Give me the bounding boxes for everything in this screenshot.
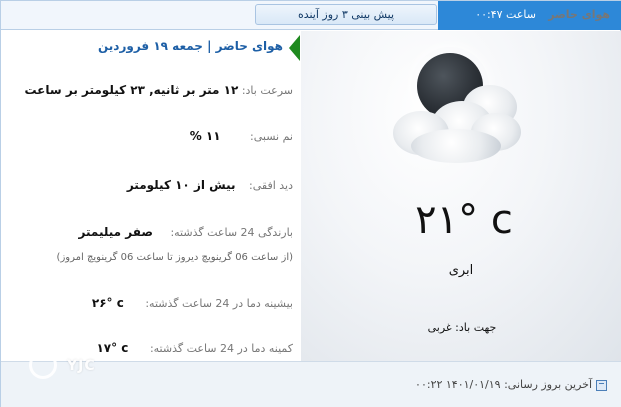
current-time: ساعت ۰۰:۴۷ <box>475 8 536 21</box>
details-headline: هوای حاضر | جمعه ۱۹ فروردین <box>97 39 283 53</box>
tab-current-weather-label: هوای حاضر <box>548 8 610 21</box>
detail-row-min-temp: کمینه دما در 24 ساعت گذشته: ۱۷° c <box>96 341 293 355</box>
detail-value: صفر میلیمتر <box>78 225 153 239</box>
detail-value: ۱۱ % <box>189 129 221 143</box>
current-temperature: ۲۱° c <box>415 197 515 243</box>
detail-value: ۱۲ متر بر ثانیه, ۲۳ کیلومتر بر ساعت <box>24 83 239 97</box>
detail-label: بیشینه دما در 24 ساعت گذشته: <box>145 297 293 310</box>
weather-widget: هوای حاضر ساعت ۰۰:۴۷ پیش بینی ۳ روز آیند… <box>0 0 621 407</box>
last-update: آخرین بروز رسانی: ۱۴۰۱/۰۱/۱۹ ۰۰:۲۲ <box>415 378 607 391</box>
detail-row-rainfall: بارندگی 24 ساعت گذشته: صفر میلیمتر <box>79 225 293 239</box>
details-panel <box>1 31 301 361</box>
wind-direction: جهت باد: غربی <box>427 321 497 334</box>
detail-label: دید افقی: <box>249 179 293 192</box>
detail-row-visibility: دید افقی: بیش از ۱۰ کیلومتر <box>127 178 293 192</box>
detail-row-humidity: نم نسبی: ۱۱ % <box>190 129 293 143</box>
rainfall-note: (از ساعت 06 گرینویچ دیروز تا ساعت 06 گری… <box>56 252 293 263</box>
tab-current-weather[interactable]: هوای حاضر ساعت ۰۰:۴۷ <box>438 1 621 30</box>
cloud-icon <box>411 129 501 163</box>
detail-row-wind-speed: سرعت باد: ۱۲ متر بر ثانیه, ۲۳ کیلومتر بر… <box>24 83 293 97</box>
detail-label: سرعت باد: <box>241 84 293 97</box>
headline-arrow-icon <box>289 35 300 61</box>
detail-row-max-temp: بیشینه دما در 24 ساعت گذشته: ۲۶° c <box>92 296 293 310</box>
calendar-icon <box>596 379 607 391</box>
tab-forecast-3-days[interactable]: پیش بینی ۳ روز آینده <box>255 4 437 25</box>
yjc-watermark-logo: YJC <box>27 349 107 383</box>
top-bar: هوای حاضر ساعت ۰۰:۴۷ پیش بینی ۳ روز آیند… <box>1 1 621 30</box>
detail-label: کمینه دما در 24 ساعت گذشته: <box>149 342 293 355</box>
last-update-text: آخرین بروز رسانی: ۱۴۰۱/۰۱/۱۹ ۰۰:۲۲ <box>415 378 592 391</box>
detail-value: ۲۶° c <box>91 296 124 310</box>
logo-text: YJC <box>67 358 96 374</box>
logo-icon <box>29 351 57 379</box>
detail-label: بارندگی 24 ساعت گذشته: <box>170 226 293 239</box>
detail-label: نم نسبی: <box>250 130 293 143</box>
weather-condition: ابری <box>448 263 474 278</box>
detail-value: بیش از ۱۰ کیلومتر <box>126 178 236 192</box>
